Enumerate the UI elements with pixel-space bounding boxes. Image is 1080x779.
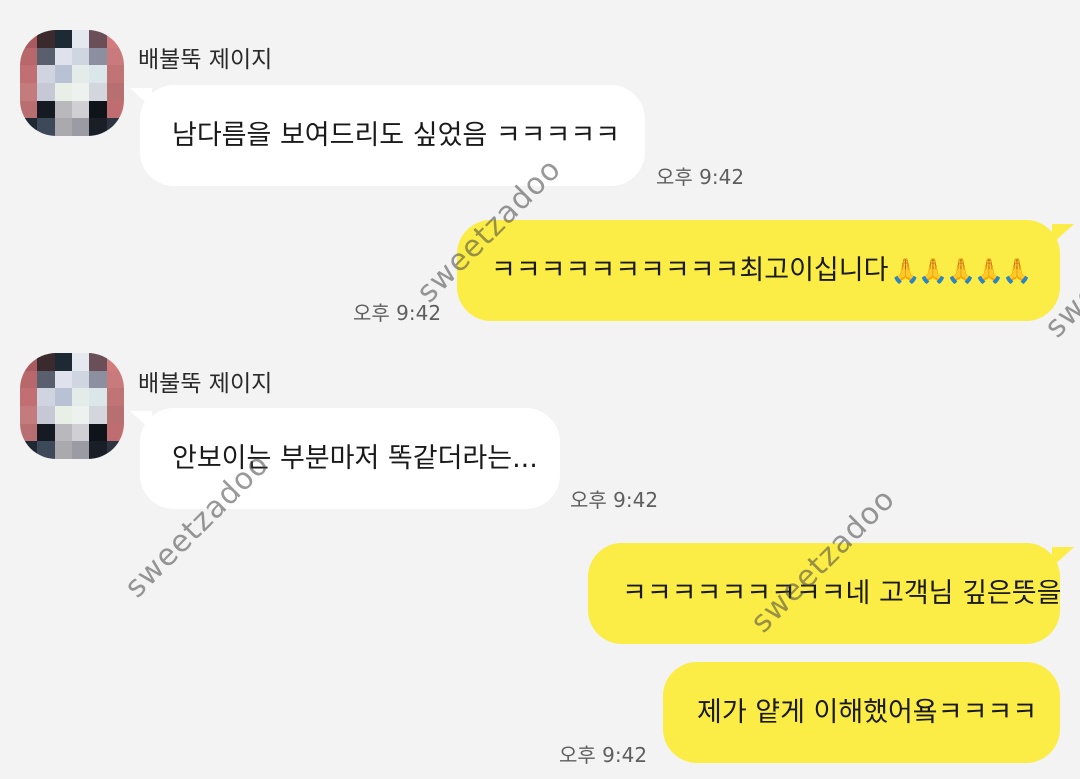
avatar[interactable] <box>20 353 124 459</box>
avatar[interactable] <box>20 30 124 136</box>
pray-emoji: 🙏🙏🙏🙏🙏 <box>890 256 1031 285</box>
message-text: ㅋㅋㅋㅋㅋㅋㅋㅋㅋㅋ최고이십니다 <box>491 255 889 286</box>
message-text: ㅋㅋㅋㅋㅋㅋㅋㅋㅋ네 고객님 깊은뜻을 <box>622 578 1062 609</box>
sender-name: 배불뚝 제이지 <box>138 47 273 73</box>
message-time: 오후 9:42 <box>656 165 745 189</box>
message-bubble-incoming[interactable]: 남다름을 보여드리도 싶었음 ㅋㅋㅋㅋㅋ <box>140 85 645 186</box>
message-time: 오후 9:42 <box>559 743 648 767</box>
sender-name: 배불뚝 제이지 <box>138 371 273 397</box>
message-text: 안보이는 부분마저 똑같더라는... <box>172 443 538 474</box>
message-time: 오후 9:42 <box>570 488 659 512</box>
message-text: 제가 얕게 이해했어욬ㅋㅋㅋㅋ <box>697 697 1038 728</box>
message-bubble-outgoing[interactable]: 제가 얕게 이해했어욬ㅋㅋㅋㅋ <box>663 662 1060 763</box>
message-text: 남다름을 보여드리도 싶었음 ㅋㅋㅋㅋㅋ <box>172 120 621 151</box>
message-bubble-outgoing[interactable]: ㅋㅋㅋㅋㅋㅋㅋㅋㅋㅋ최고이십니다 🙏🙏🙏🙏🙏 <box>457 220 1060 321</box>
